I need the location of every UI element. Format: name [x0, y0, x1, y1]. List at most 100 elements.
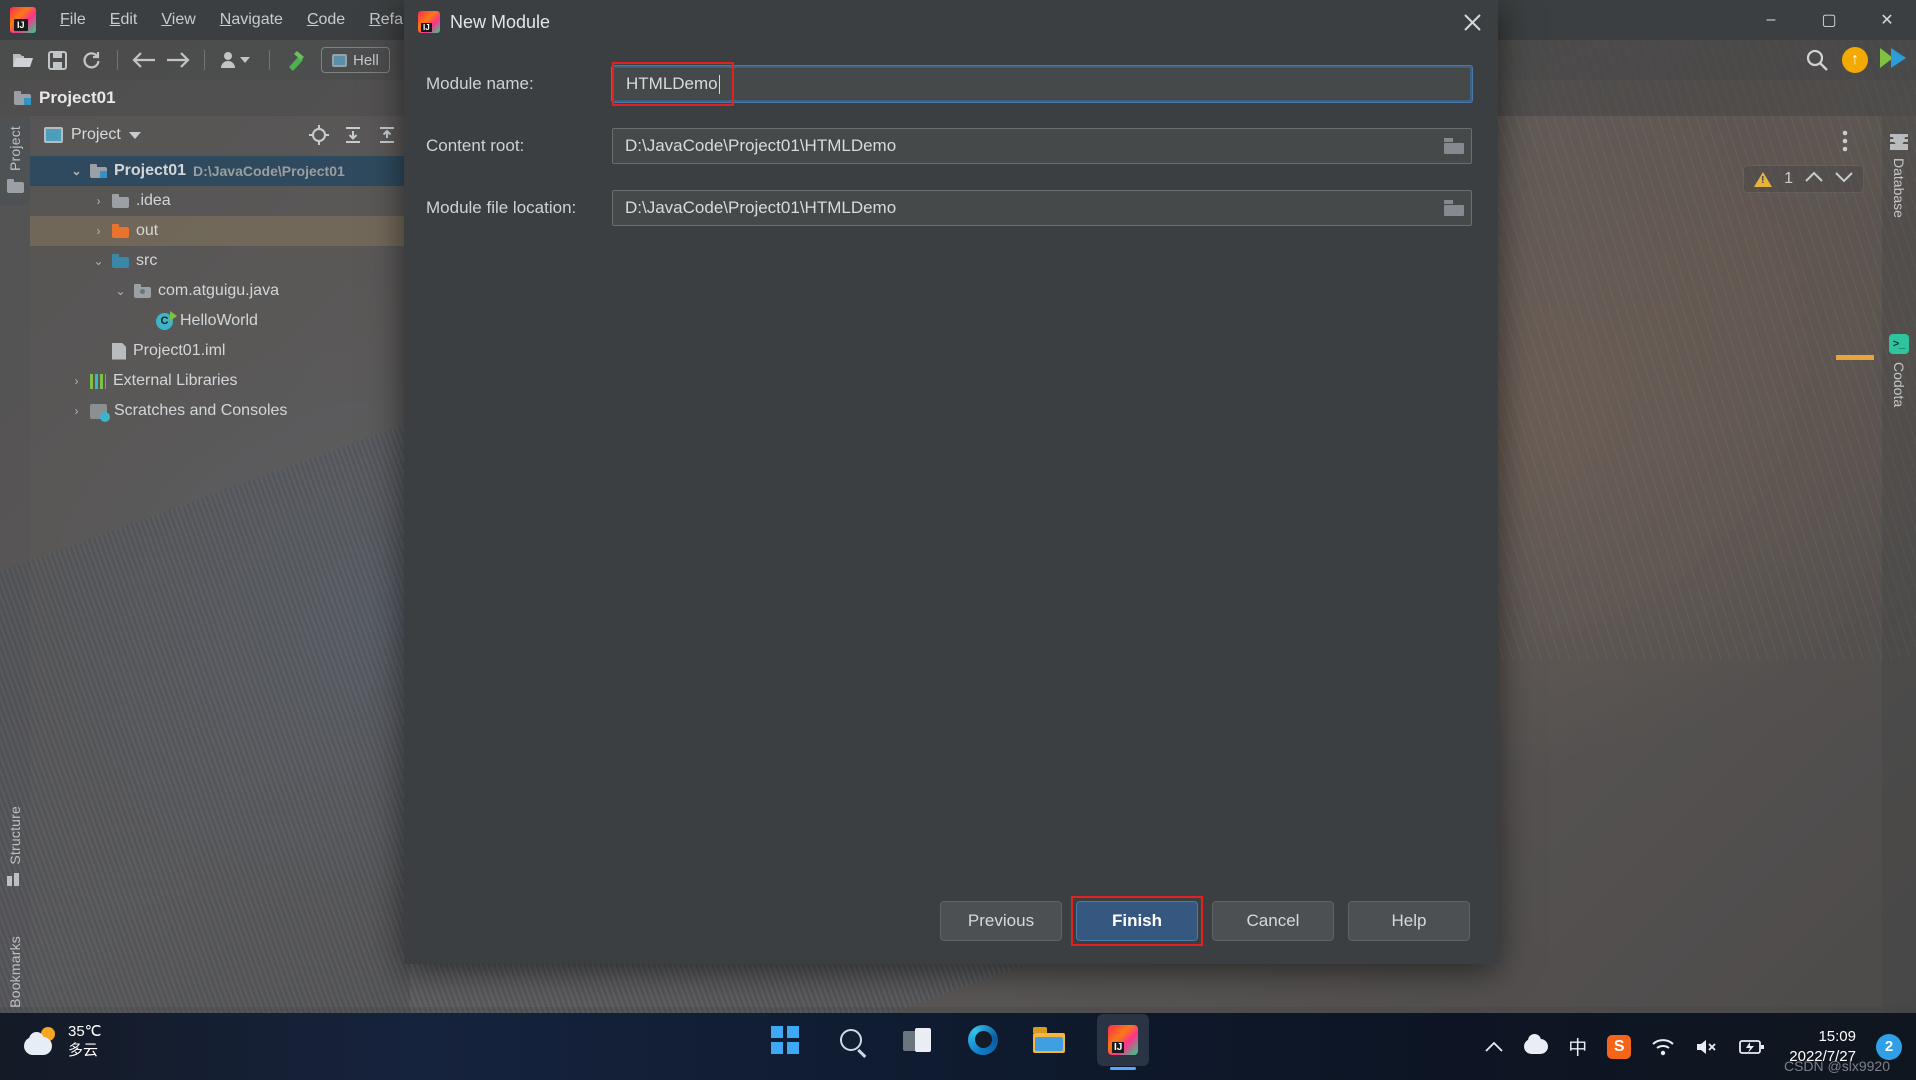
toolbar-divider-2: [204, 50, 205, 70]
expand-all-icon[interactable]: [340, 123, 366, 147]
tree-node-external-libraries[interactable]: › External Libraries: [30, 366, 410, 396]
label-content-root: Content root:: [426, 136, 525, 155]
module-file-location-value: D:\JavaCode\Project01\HTMLDemo: [625, 198, 897, 217]
menu-item-view[interactable]: View: [149, 7, 207, 33]
user-profile-icon[interactable]: [216, 46, 258, 74]
external-libraries-icon: [90, 373, 106, 389]
file-explorer-button[interactable]: [1028, 1019, 1070, 1061]
task-view-button[interactable]: [896, 1019, 938, 1061]
close-window-button[interactable]: ✕: [1858, 0, 1916, 40]
menu-item-navigate[interactable]: Navigate: [208, 7, 295, 33]
chevron-expanded-icon[interactable]: ⌄: [70, 164, 83, 178]
tree-path-project01: D:\JavaCode\Project01: [193, 163, 345, 179]
browse-folder-icon-content-root[interactable]: [1444, 138, 1464, 154]
screen: File Edit View Navigate Code Refa – ▢ ✕: [0, 0, 1916, 1080]
warning-triangle-icon: [1754, 171, 1773, 187]
chevron-up-icon[interactable]: [1484, 1040, 1504, 1053]
help-button[interactable]: Help: [1348, 901, 1470, 941]
sidebar-item-codota[interactable]: >_ Codota: [1882, 326, 1916, 407]
chevron-expanded-icon[interactable]: ⌄: [114, 284, 127, 298]
module-name-value: HTMLDemo: [626, 74, 718, 93]
tree-node-iml[interactable]: Project01.iml: [30, 336, 410, 366]
chevron-right-icon[interactable]: ›: [92, 194, 105, 208]
weather-widget[interactable]: 35℃ 多云: [24, 1023, 102, 1061]
chevron-right-icon[interactable]: ›: [70, 374, 83, 388]
chevron-right-icon[interactable]: ›: [92, 224, 105, 238]
sidebar-item-database[interactable]: Database: [1882, 126, 1916, 218]
start-button[interactable]: [764, 1019, 806, 1061]
content-root-value: D:\JavaCode\Project01\HTMLDemo: [625, 136, 897, 155]
task-view-icon: [903, 1028, 931, 1052]
sogou-logo[interactable]: S: [1607, 1034, 1632, 1059]
menu-item-edit[interactable]: Edit: [98, 7, 150, 33]
build-hammer-icon[interactable]: [281, 46, 311, 74]
text-caret: [718, 74, 720, 94]
content-root-input[interactable]: D:\JavaCode\Project01\HTMLDemo: [612, 128, 1472, 164]
battery-charging-icon[interactable]: [1739, 1039, 1765, 1055]
sidebar-label-codota: Codota: [1891, 362, 1907, 408]
module-folder-icon: [14, 91, 31, 105]
folder-icon: [112, 194, 129, 208]
tree-label-helloworld: HelloWorld: [180, 312, 258, 329]
tree-node-scratches[interactable]: › Scratches and Consoles: [30, 396, 410, 426]
locate-target-icon[interactable]: [306, 123, 332, 147]
volume-muted-icon[interactable]: [1695, 1038, 1719, 1056]
intellij-button[interactable]: [1094, 1014, 1152, 1066]
maximize-button[interactable]: ▢: [1800, 0, 1858, 40]
finish-button[interactable]: Finish: [1076, 901, 1198, 941]
tree-node-project01[interactable]: ⌄ Project01 D:\JavaCode\Project01: [30, 156, 410, 186]
module-file-location-input[interactable]: D:\JavaCode\Project01\HTMLDemo: [612, 190, 1472, 226]
codota-play-icon[interactable]: [1878, 46, 1908, 75]
search-button[interactable]: [830, 1019, 872, 1061]
notification-badge[interactable]: 2: [1876, 1033, 1902, 1060]
tree-node-out[interactable]: › out: [30, 216, 410, 246]
module-name-input[interactable]: HTMLDemo: [612, 66, 1472, 102]
tree-label-iml: Project01.iml: [133, 342, 226, 359]
sidebar-item-structure[interactable]: Structure: [0, 806, 30, 890]
open-folder-icon[interactable]: [8, 46, 38, 74]
sidebar-item-project[interactable]: Project: [0, 116, 30, 205]
minimize-button[interactable]: –: [1742, 0, 1800, 40]
forward-arrow-icon[interactable]: [163, 46, 193, 74]
chevron-down-icon[interactable]: [128, 131, 141, 139]
chevron-down-icon[interactable]: [1835, 170, 1853, 188]
tree-node-helloworld[interactable]: C HelloWorld: [30, 306, 410, 336]
chevron-right-icon[interactable]: ›: [70, 404, 83, 418]
window-controls: – ▢ ✕: [1742, 0, 1916, 40]
tree-label-external-libraries: External Libraries: [113, 372, 238, 389]
menu-file-rest: ile: [69, 11, 86, 28]
chevron-expanded-icon[interactable]: ⌄: [92, 254, 105, 268]
ime-language-indicator[interactable]: 中: [1568, 1033, 1587, 1060]
save-all-icon[interactable]: [42, 46, 72, 74]
tree-node-src[interactable]: ⌄ src: [30, 246, 410, 276]
more-options-icon[interactable]: [1842, 130, 1848, 152]
folder-icon: [6, 178, 24, 193]
run-configuration-selector[interactable]: Hell: [321, 47, 390, 73]
menu-item-code[interactable]: Code: [295, 7, 357, 33]
editor-marker-bar: [1836, 355, 1874, 360]
sync-refresh-icon[interactable]: [76, 46, 106, 74]
field-control-content-root: D:\JavaCode\Project01\HTMLDemo: [612, 128, 1472, 164]
tree-label-idea: .idea: [136, 192, 171, 209]
collapse-all-icon[interactable]: [374, 123, 400, 147]
cancel-button[interactable]: Cancel: [1212, 901, 1334, 941]
search-icon[interactable]: [1802, 46, 1832, 74]
project-view-selector-label[interactable]: Project: [71, 126, 121, 144]
menu-item-file[interactable]: File: [48, 7, 98, 33]
edge-button[interactable]: [962, 1019, 1004, 1061]
back-arrow-icon[interactable]: [129, 46, 159, 74]
menu-code-mnemonic: C: [306, 11, 319, 28]
module-folder-icon: [90, 164, 107, 178]
chevron-up-icon[interactable]: [1805, 170, 1823, 188]
close-icon[interactable]: [1446, 0, 1498, 44]
previous-button[interactable]: Previous: [940, 901, 1062, 941]
wifi-icon[interactable]: [1651, 1038, 1675, 1056]
tree-node-package[interactable]: ⌄ com.atguigu.java: [30, 276, 410, 306]
project-panel-header: Project: [30, 116, 410, 154]
iml-file-icon: [112, 342, 126, 360]
folder-orange-icon: [112, 224, 129, 238]
onedrive-icon[interactable]: [1524, 1034, 1549, 1054]
update-arrow-icon[interactable]: ↑: [1842, 47, 1868, 73]
tree-node-idea[interactable]: › .idea: [30, 186, 410, 216]
browse-folder-icon-module-file-location[interactable]: [1444, 200, 1464, 216]
